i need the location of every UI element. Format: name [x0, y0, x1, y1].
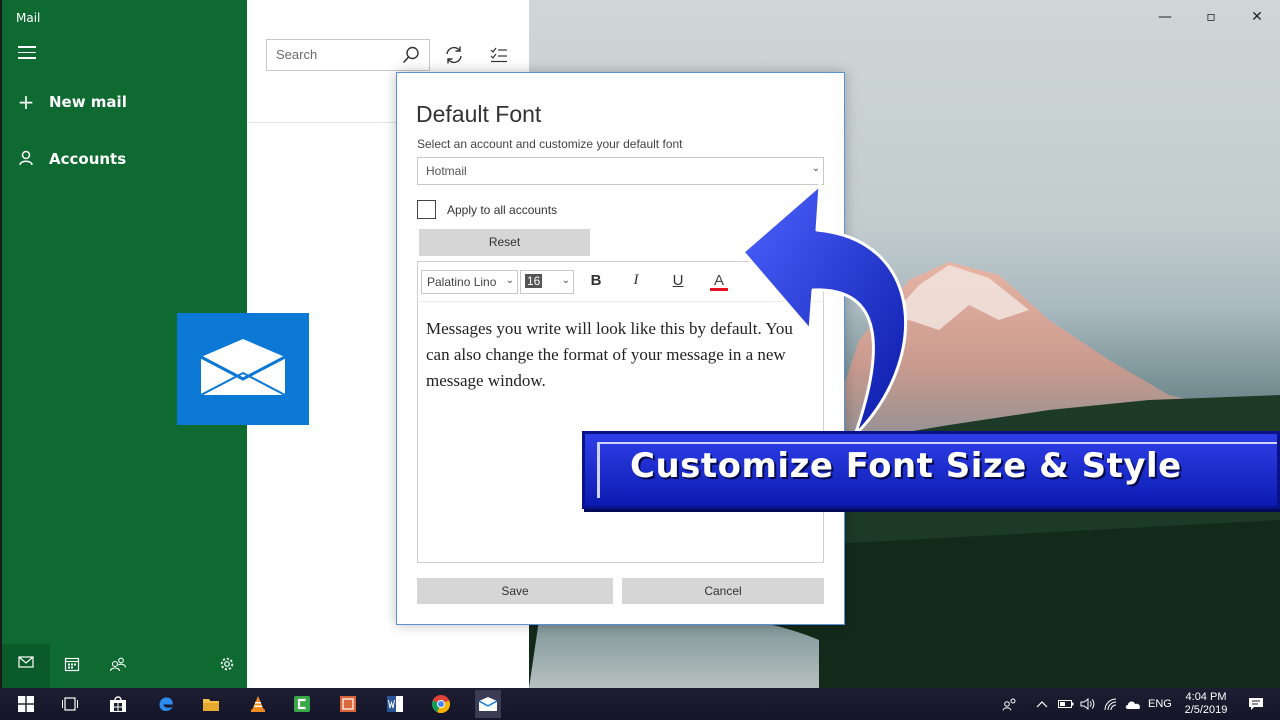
- presentation-app-icon[interactable]: [336, 692, 360, 716]
- save-button[interactable]: Save: [417, 578, 613, 604]
- sidebar-bottom-bar: [2, 644, 247, 688]
- file-explorer-icon[interactable]: [199, 692, 223, 716]
- volume-icon[interactable]: [1080, 688, 1096, 720]
- sync-icon[interactable]: [443, 44, 465, 66]
- curved-arrow-icon: [741, 183, 907, 437]
- word-icon[interactable]: [383, 692, 407, 716]
- banner-text: Customize Font Size & Style: [630, 446, 1182, 486]
- font-size-dropdown[interactable]: 16 ⌄: [520, 270, 574, 294]
- people-tray-icon[interactable]: [1002, 688, 1018, 720]
- wifi-icon[interactable]: [1103, 688, 1119, 720]
- checklist-icon[interactable]: [489, 45, 509, 65]
- cancel-button[interactable]: Cancel: [622, 578, 824, 604]
- chrome-icon[interactable]: [429, 692, 453, 716]
- windows-start-icon[interactable]: [14, 692, 38, 716]
- account-selected-value: Hotmail: [426, 164, 467, 178]
- people-icon[interactable]: [108, 656, 128, 676]
- accounts-button[interactable]: Accounts: [16, 147, 126, 171]
- caption-banner: Customize Font Size & Style: [582, 431, 1280, 509]
- font-name-dropdown[interactable]: Palatino Lino ⌄: [421, 270, 518, 294]
- mail-taskbar-icon[interactable]: [475, 690, 501, 718]
- chevron-up-icon[interactable]: [1036, 688, 1048, 720]
- clock-date: 2/5/2019: [1184, 704, 1228, 716]
- window-controls: — ▫ ✕: [1142, 0, 1280, 34]
- onedrive-icon[interactable]: [1124, 688, 1142, 720]
- chevron-down-icon: ⌄: [811, 163, 820, 174]
- new-mail-button[interactable]: + New mail: [16, 90, 127, 114]
- search-input[interactable]: [276, 40, 396, 68]
- apply-all-label: Apply to all accounts: [447, 202, 558, 217]
- font-color-letter: A: [713, 272, 724, 289]
- font-color-button[interactable]: A: [709, 272, 729, 292]
- hamburger-icon[interactable]: [18, 46, 36, 62]
- taskbar-clock[interactable]: 4:04 PM 2/5/2019: [1178, 691, 1234, 717]
- plus-icon: +: [17, 90, 35, 114]
- maximize-button[interactable]: ▫: [1188, 0, 1234, 34]
- dialog-title: Default Font: [416, 101, 542, 127]
- close-button[interactable]: ✕: [1234, 0, 1280, 34]
- minimize-button[interactable]: —: [1142, 0, 1188, 34]
- mail-logo: [177, 313, 309, 425]
- taskbar: ENG 4:04 PM 2/5/2019: [0, 688, 1280, 720]
- dialog-subtitle: Select an account and customize your def…: [417, 137, 683, 151]
- language-indicator[interactable]: ENG: [1148, 688, 1172, 720]
- notifications-icon[interactable]: [1248, 688, 1264, 720]
- search-box[interactable]: [266, 39, 430, 71]
- edge-browser-icon[interactable]: [154, 692, 178, 716]
- search-icon[interactable]: [401, 45, 421, 65]
- vlc-icon[interactable]: [246, 692, 270, 716]
- camtasia-icon[interactable]: [290, 692, 314, 716]
- font-name-value: Palatino Lino: [427, 275, 497, 289]
- calendar-icon[interactable]: [62, 656, 82, 676]
- underline-button[interactable]: U: [668, 272, 688, 292]
- reset-button[interactable]: Reset: [419, 229, 590, 256]
- battery-icon[interactable]: [1058, 688, 1074, 720]
- chevron-down-icon: ⌄: [505, 275, 514, 286]
- new-mail-label: New mail: [49, 93, 127, 111]
- person-icon: [16, 147, 36, 171]
- gear-icon[interactable]: [217, 656, 237, 676]
- chevron-down-icon: ⌄: [561, 275, 570, 286]
- accounts-label: Accounts: [49, 150, 127, 168]
- task-view-icon[interactable]: [58, 692, 82, 716]
- app-title: Mail: [16, 11, 41, 25]
- mail-icon[interactable]: [2, 644, 50, 688]
- clock-time: 4:04 PM: [1185, 691, 1227, 703]
- store-icon[interactable]: [106, 692, 130, 716]
- font-size-value: 16: [525, 274, 543, 288]
- apply-all-checkbox[interactable]: [417, 200, 436, 219]
- italic-button[interactable]: I: [626, 272, 646, 292]
- bold-button[interactable]: B: [586, 272, 606, 292]
- apply-all-row[interactable]: Apply to all accounts: [417, 200, 557, 219]
